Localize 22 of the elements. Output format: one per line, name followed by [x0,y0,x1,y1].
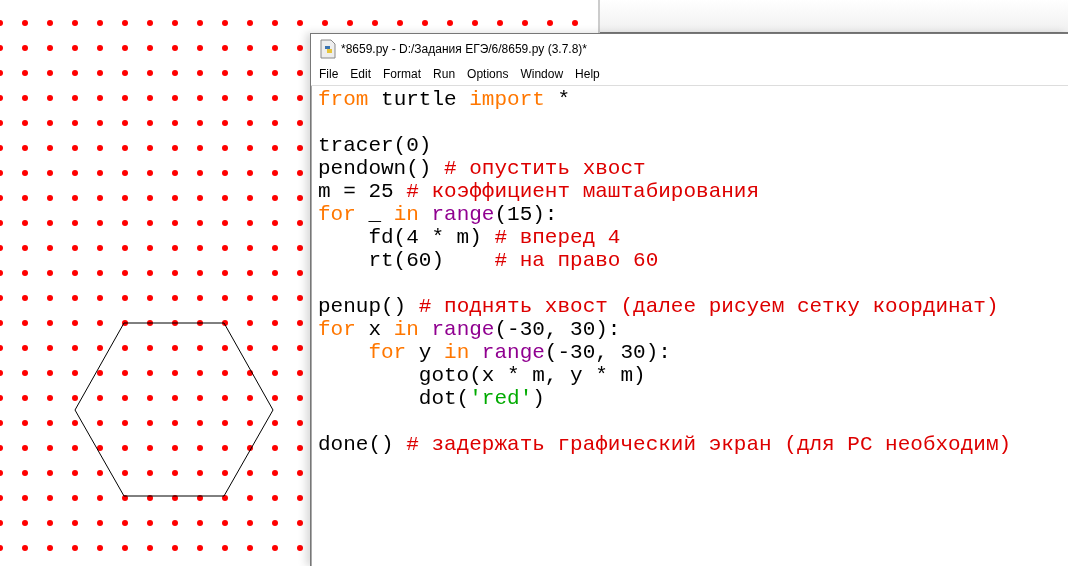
menu-item[interactable]: Format [383,67,422,81]
menu-item[interactable]: Edit [350,67,372,81]
code-line: for _ in range(15): [318,203,559,226]
code-line: done() # задержать графический экран (для PC необходим) [318,433,1013,456]
code-line: from turtle import * [318,88,572,111]
menu-item[interactable]: Window [520,67,564,81]
code-line: for y in range(-30, 30): [367,341,672,364]
code-line: rt(60) # на право 60 [367,249,660,272]
window-title: *8659.py - D:/Задания ЕГЭ/6/8659.py (3.7.8)* [341,41,587,56]
code-line: dot('red') [417,387,546,410]
code-line: penup() # поднять хвост (далее рисуем сетку координат) [318,295,1000,318]
python-file-icon [319,38,337,59]
menu-item[interactable]: Help [575,67,600,81]
code-line: fd(4 * m) # вперед 4 [367,226,622,249]
code-line: goto(x * m, y * m) [417,364,647,387]
code-line: m = 25 # коэффициент маштабирования [318,180,761,203]
menu-item[interactable]: File [319,67,339,81]
menu-item[interactable]: Options [467,67,509,81]
code-line: for x in range(-30, 30): [318,318,622,341]
menu-item[interactable]: Run [433,67,456,81]
code-line: tracer(0) [318,134,433,157]
code-line: pendown() # опустить хвост [318,157,647,180]
